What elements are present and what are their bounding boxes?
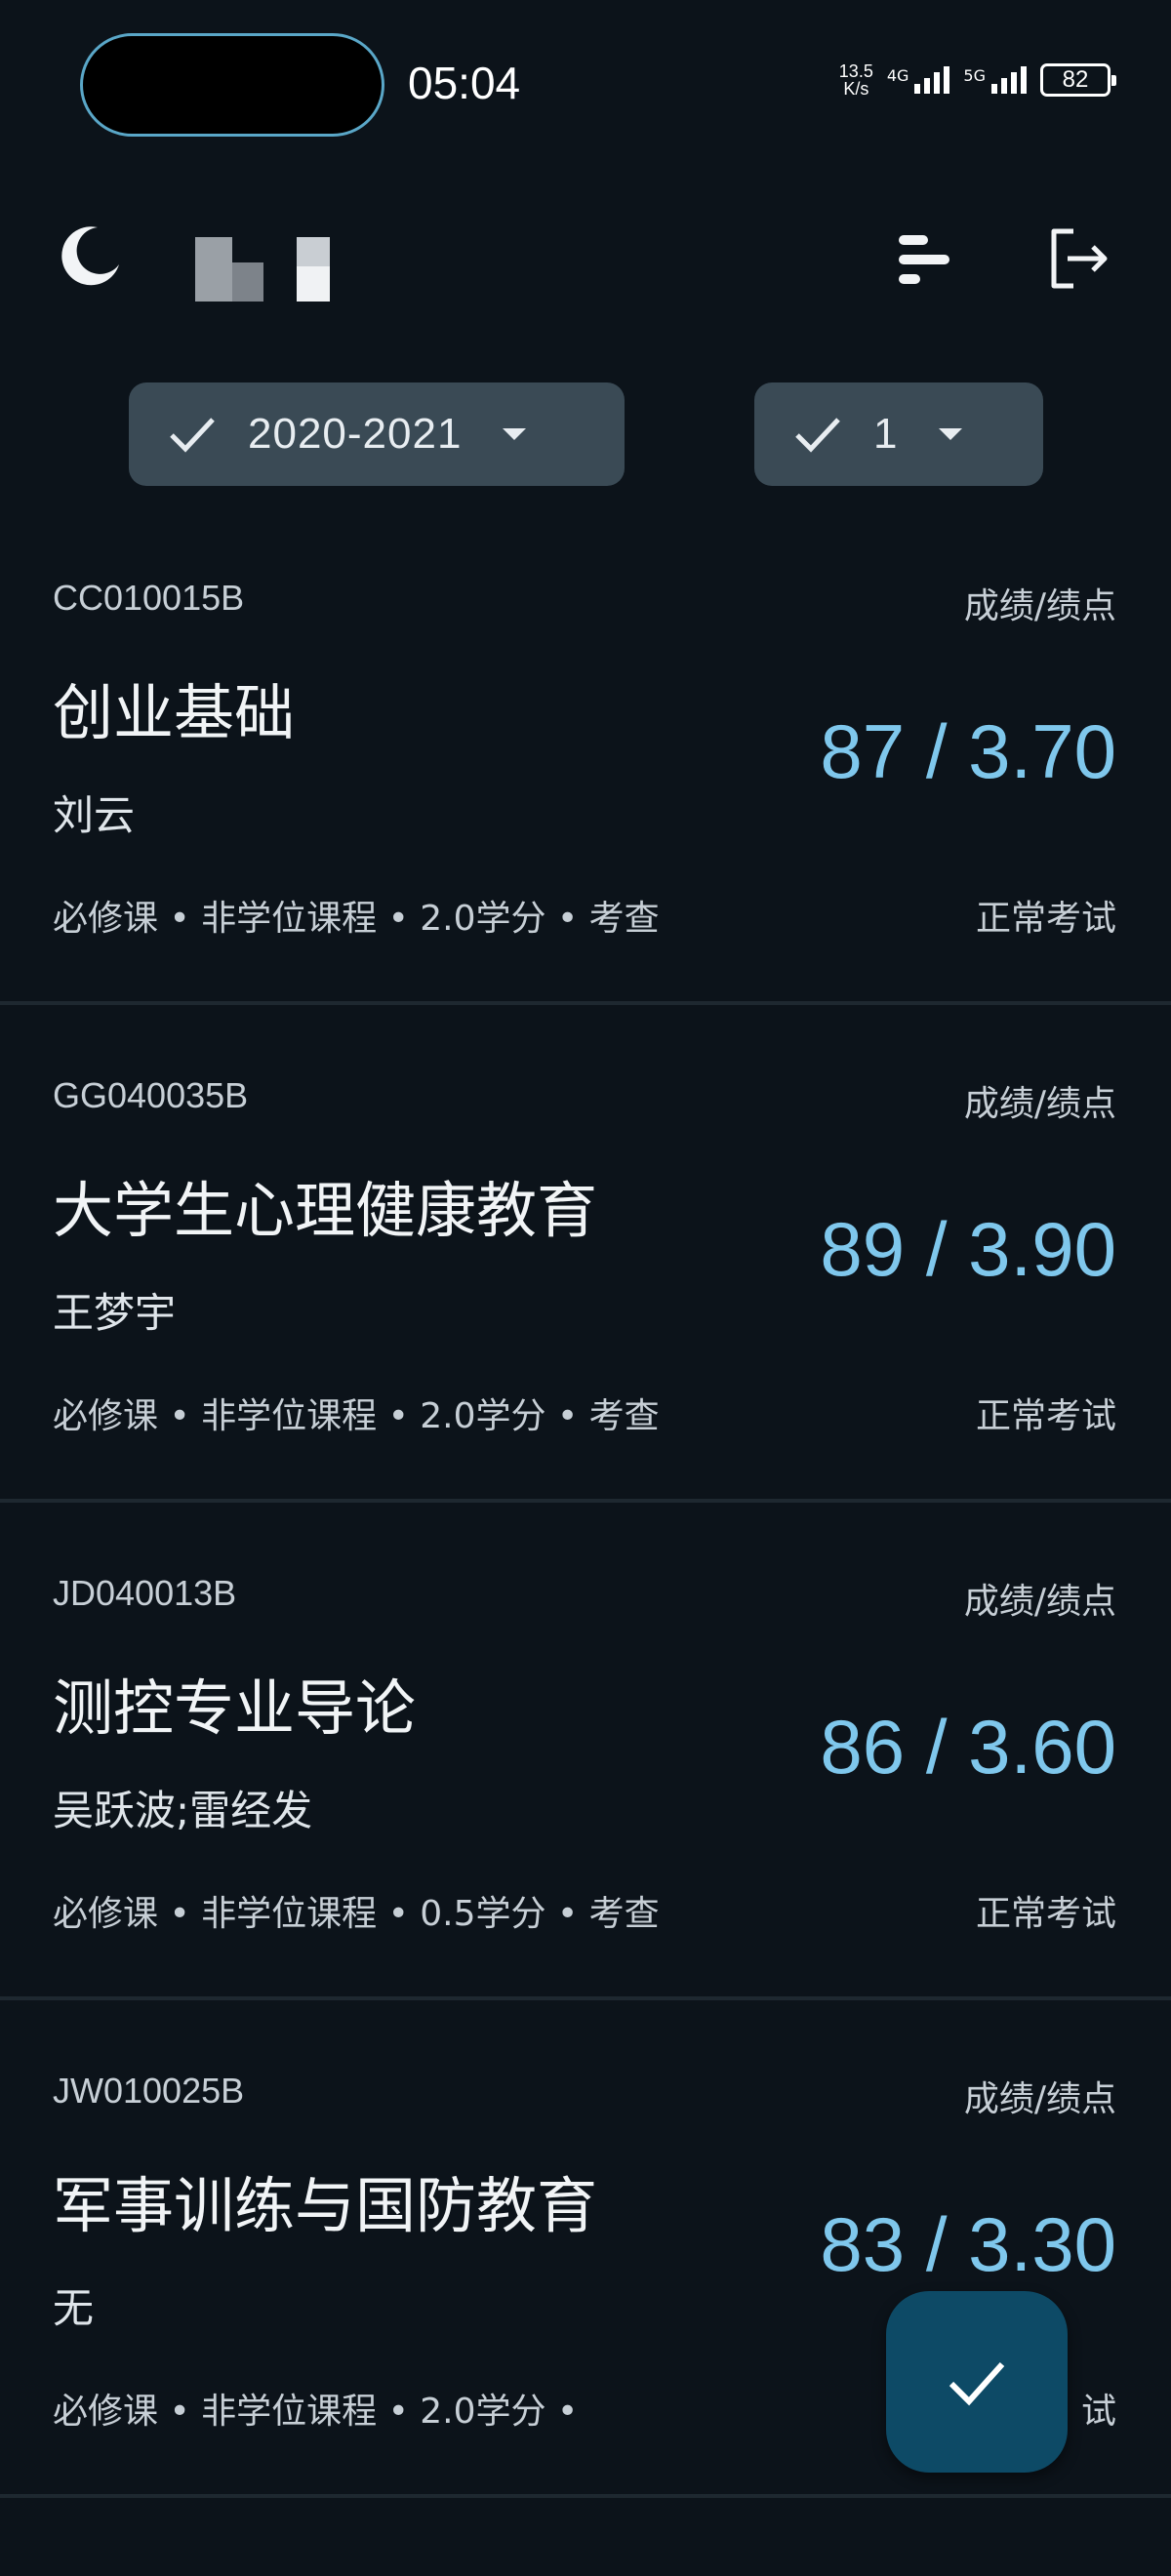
course-score: 86 / 3.60 bbox=[820, 1704, 1116, 1790]
sim1-label: 4G bbox=[886, 66, 909, 85]
course-teacher: 无 bbox=[53, 2284, 95, 2332]
status-bar: 05:04 13.5 K/s 4G 5G 82 bbox=[0, 0, 1171, 166]
course-meta: 必修课 • 非学位课程 • 2.0学分 • 考查 bbox=[53, 899, 660, 939]
signal-sim1-icon: 4G bbox=[887, 66, 950, 94]
course-score: 87 / 3.70 bbox=[820, 708, 1116, 794]
exam-type: 试 bbox=[1080, 2392, 1116, 2432]
course-name: 军事训练与国防教育 bbox=[53, 2170, 598, 2241]
course-code: CC010015B bbox=[53, 578, 245, 618]
net-speed-value: 13.5 bbox=[838, 61, 873, 81]
signal-sim2-icon: 5G bbox=[963, 66, 1027, 94]
term-filter-label: 1 bbox=[873, 410, 899, 458]
sort-icon[interactable] bbox=[893, 225, 961, 294]
course-card[interactable]: CC010015B 成绩/绩点 创业基础 87 / 3.70 刘云 必修课 • … bbox=[0, 507, 1171, 1005]
course-name: 测控专业导论 bbox=[53, 1672, 417, 1744]
course-list: CC010015B 成绩/绩点 创业基础 87 / 3.70 刘云 必修课 • … bbox=[0, 507, 1171, 2498]
score-label: 成绩/绩点 bbox=[963, 1582, 1116, 1622]
exam-type: 正常考试 bbox=[975, 1396, 1116, 1436]
course-code: JD040013B bbox=[53, 1573, 237, 1613]
course-score: 89 / 3.90 bbox=[820, 1206, 1116, 1292]
course-name: 创业基础 bbox=[53, 677, 296, 748]
dropdown-caret-icon bbox=[939, 428, 963, 440]
confirm-fab-button[interactable] bbox=[886, 2291, 1068, 2473]
score-label: 成绩/绩点 bbox=[963, 1084, 1116, 1124]
year-filter-chip[interactable]: 2020-2021 bbox=[129, 382, 625, 486]
course-meta: 必修课 • 非学位课程 • 2.0学分 • bbox=[53, 2392, 579, 2432]
score-label: 成绩/绩点 bbox=[963, 586, 1116, 626]
check-icon bbox=[170, 418, 215, 453]
course-teacher: 王梦宇 bbox=[53, 1289, 177, 1337]
exam-type: 正常考试 bbox=[975, 899, 1116, 939]
course-code: GG040035B bbox=[53, 1075, 249, 1115]
check-icon bbox=[795, 418, 840, 453]
net-speed: 13.5 K/s bbox=[839, 62, 873, 98]
logout-icon[interactable] bbox=[1044, 223, 1114, 294]
term-filter-chip[interactable]: 1 bbox=[754, 382, 1043, 486]
net-speed-unit: K/s bbox=[843, 79, 869, 99]
camera-cutout bbox=[80, 33, 384, 137]
course-card[interactable]: GG040035B 成绩/绩点 大学生心理健康教育 89 / 3.90 王梦宇 … bbox=[0, 1005, 1171, 1503]
course-code: JW010025B bbox=[53, 2071, 245, 2111]
course-score: 83 / 3.30 bbox=[820, 2201, 1116, 2287]
battery-level: 82 bbox=[1062, 66, 1089, 93]
status-icons: 13.5 K/s 4G 5G 82 bbox=[839, 62, 1116, 98]
course-meta: 必修课 • 非学位课程 • 0.5学分 • 考查 bbox=[53, 1894, 660, 1934]
exam-type: 正常考试 bbox=[975, 1894, 1116, 1934]
course-card[interactable]: JD040013B 成绩/绩点 测控专业导论 86 / 3.60 吴跃波;雷经发… bbox=[0, 1503, 1171, 2000]
avatar bbox=[195, 237, 330, 302]
score-label: 成绩/绩点 bbox=[963, 2079, 1116, 2119]
check-icon bbox=[949, 2361, 1005, 2406]
moon-icon[interactable] bbox=[57, 221, 125, 290]
year-filter-label: 2020-2021 bbox=[248, 410, 463, 458]
clock: 05:04 bbox=[408, 58, 521, 108]
battery-icon: 82 bbox=[1040, 63, 1116, 97]
app-bar bbox=[0, 200, 1171, 317]
course-name: 大学生心理健康教育 bbox=[53, 1175, 598, 1246]
course-teacher: 吴跃波;雷经发 bbox=[53, 1787, 313, 1834]
course-meta: 必修课 • 非学位课程 • 2.0学分 • 考查 bbox=[53, 1396, 660, 1436]
course-teacher: 刘云 bbox=[53, 791, 136, 839]
dropdown-caret-icon bbox=[503, 428, 527, 440]
sim2-label: 5G bbox=[963, 66, 986, 85]
